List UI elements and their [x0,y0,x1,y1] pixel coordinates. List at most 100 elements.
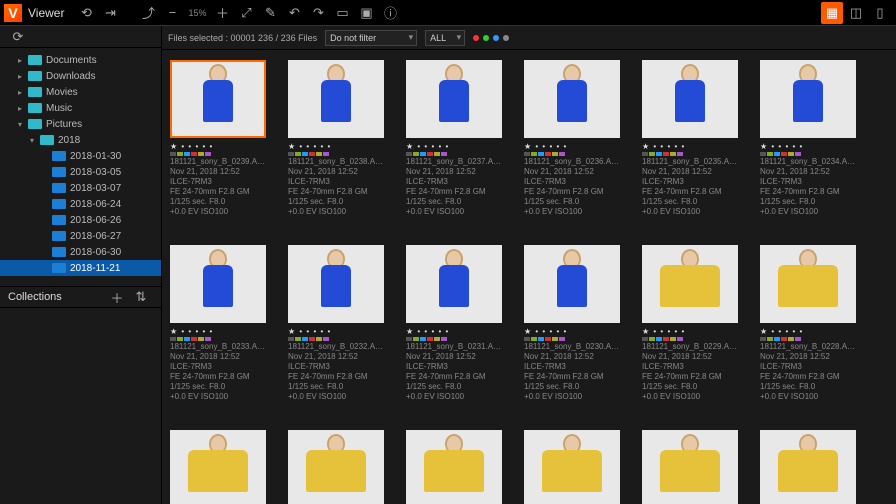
color-labels[interactable] [760,337,856,341]
thumbnail-metadata: 181121_sony_B_0229.ARWNov 21, 2018 12:52… [642,342,738,402]
color-labels[interactable] [288,337,384,341]
color-labels[interactable] [524,152,620,156]
thumbnail-card[interactable]: ★ • • • • •181121_sony_B_0236.ARWNov 21,… [524,60,620,217]
thumbnail-image[interactable] [288,245,384,323]
thumbnail-image[interactable] [642,60,738,138]
folder-2018-11-21[interactable]: 2018-11-21 [0,260,161,276]
folder-Music[interactable]: ▸Music [0,100,161,116]
thumbnail-card[interactable]: ★ • • • • •181121_sony_B_0225.ARWNov 21,… [406,430,502,504]
thumbnail-metadata: 181121_sony_B_0228.ARWNov 21, 2018 12:52… [760,342,856,402]
thumbnail-card[interactable]: ★ • • • • •181121_sony_B_0231.ARWNov 21,… [406,245,502,402]
thumbnail-card[interactable]: ★ • • • • • 181121_sony_B_0228.ARWNov 21,… [760,245,856,402]
thumbnail-image[interactable] [524,60,620,138]
nav-back-icon[interactable]: ⟲ [75,2,97,24]
thumbnail-image[interactable] [760,430,856,504]
zoom-in-icon[interactable]: ＋ [211,2,233,24]
folder-2018[interactable]: ▾2018 [0,132,161,148]
fit-icon[interactable]: ⤢ [235,2,257,24]
thumbnail-card[interactable]: ★ • • • • •181121_sony_B_0226.ARWNov 21,… [288,430,384,504]
thumbnail-image[interactable] [406,60,502,138]
thumbnail-card[interactable]: ★ • • • • • 181121_sony_B_0239.ARWNov 21,… [170,60,266,217]
thumbnail-image[interactable] [524,245,620,323]
filter-mode-select[interactable]: Do not filter [325,30,417,46]
color-labels[interactable] [760,152,856,156]
image-icon[interactable]: ▣ [355,2,377,24]
view-split-icon[interactable]: ◫ [845,2,867,24]
thumbnail-card[interactable]: ★ • • • • •181121_sony_B_0237.ARWNov 21,… [406,60,502,217]
thumbnail-image[interactable] [406,245,502,323]
refresh-icon[interactable]: ⟳ [7,26,29,48]
folder-2018-03-05[interactable]: 2018-03-05 [0,164,161,180]
thumbnail-metadata: 181121_sony_B_0232.ARWNov 21, 2018 12:52… [288,342,384,402]
rating-stars[interactable]: ★ • • • • • [524,327,620,336]
rating-stars[interactable]: ★ • • • • • [760,327,856,336]
folder-2018-01-30[interactable]: 2018-01-30 [0,148,161,164]
thumbnail-image[interactable] [406,430,502,504]
rotate-right-icon[interactable]: ↷ [307,2,329,24]
folder-2018-06-27[interactable]: 2018-06-27 [0,228,161,244]
thumbnail-card[interactable]: ★ • • • • •181121_sony_B_0230.ARWNov 21,… [524,245,620,402]
rating-stars[interactable]: ★ • • • • • [288,327,384,336]
export-icon[interactable]: ⤴ [137,2,159,24]
thumbnail-card[interactable]: ★ • • • • •181121_sony_B_0222.ARWNov 21,… [760,430,856,504]
thumbnail-image[interactable] [288,60,384,138]
thumbnail-card[interactable]: ★ • • • • •181121_sony_B_0227.ARWNov 21,… [170,430,266,504]
rating-stars[interactable]: ★ • • • • • [642,142,738,151]
thumbnail-image[interactable] [288,430,384,504]
color-labels[interactable] [170,337,266,341]
thumbnail-image[interactable] [642,245,738,323]
rating-stars[interactable]: ★ • • • • • [288,142,384,151]
thumbnail-card[interactable]: ★ • • • • •181121_sony_B_0224.ARWNov 21,… [524,430,620,504]
thumbnail-card[interactable]: ★ • • • • •181121_sony_B_0223.ARWNov 21,… [642,430,738,504]
rotate-left-icon[interactable]: ↶ [283,2,305,24]
view-single-icon[interactable]: ▯ [869,2,891,24]
rating-stars[interactable]: ★ • • • • • [406,327,502,336]
folder-2018-03-07[interactable]: 2018-03-07 [0,180,161,196]
thumbnail-card[interactable]: ★ • • • • • 181121_sony_B_0232.ARWNov 21,… [288,245,384,402]
folder-Documents[interactable]: ▸Documents [0,52,161,68]
rating-stars[interactable]: ★ • • • • • [524,142,620,151]
folder-2018-06-24[interactable]: 2018-06-24 [0,196,161,212]
rating-stars[interactable]: ★ • • • • • [642,327,738,336]
color-labels[interactable] [288,152,384,156]
color-labels[interactable] [406,152,502,156]
thumbnail-card[interactable]: ★ • • • • •181121_sony_B_0238.ARWNov 21,… [288,60,384,217]
rating-stars[interactable]: ★ • • • • • [170,142,266,151]
folder-Pictures[interactable]: ▾Pictures [0,116,161,132]
zoom-out-icon[interactable]: − [161,2,183,24]
rating-stars[interactable]: ★ • • • • • [170,327,266,336]
rating-stars[interactable]: ★ • • • • • [760,142,856,151]
thumbnail-card[interactable]: ★ • • • • • 181121_sony_B_0229.ARWNov 21,… [642,245,738,402]
view-grid-icon[interactable]: ▦ [821,2,843,24]
nav-exit-icon[interactable]: ⇥ [99,2,121,24]
filter-scope-select[interactable]: ALL [425,30,465,46]
folder-Downloads[interactable]: ▸Downloads [0,68,161,84]
color-labels[interactable] [170,152,266,156]
color-labels[interactable] [642,152,738,156]
tool-wand-icon[interactable]: ✎ [259,2,281,24]
folder-Movies[interactable]: ▸Movies [0,84,161,100]
thumbnail-metadata: 181121_sony_B_0239.ARWNov 21, 2018 12:52… [170,157,266,217]
sidebar: ⟳ ▸Documents▸Downloads▸Movies▸Music▾Pict… [0,26,162,504]
thumbnail-image[interactable] [524,430,620,504]
color-labels[interactable] [524,337,620,341]
thumbnail-image[interactable] [642,430,738,504]
thumbnail-image[interactable] [760,60,856,138]
info-icon[interactable]: ⓘ [379,2,401,24]
thumbnail-image[interactable] [170,245,266,323]
folder-2018-06-30[interactable]: 2018-06-30 [0,244,161,260]
folder-2018-06-26[interactable]: 2018-06-26 [0,212,161,228]
color-labels[interactable] [406,337,502,341]
compare-icon[interactable]: ▭ [331,2,353,24]
color-labels[interactable] [642,337,738,341]
thumbnail-card[interactable]: ★ • • • • •181121_sony_B_0234.ARWNov 21,… [760,60,856,217]
thumbnail-card[interactable]: ★ • • • • •181121_sony_B_0235.ARWNov 21,… [642,60,738,217]
collection-settings-icon[interactable]: ⇅ [130,286,152,308]
thumbnail-image[interactable] [170,60,266,138]
filter-color-dots[interactable] [473,35,509,41]
rating-stars[interactable]: ★ • • • • • [406,142,502,151]
thumbnail-image[interactable] [760,245,856,323]
thumbnail-card[interactable]: ★ • • • • •181121_sony_B_0233.ARWNov 21,… [170,245,266,402]
thumbnail-image[interactable] [170,430,266,504]
add-collection-icon[interactable]: ＋ [106,286,128,308]
